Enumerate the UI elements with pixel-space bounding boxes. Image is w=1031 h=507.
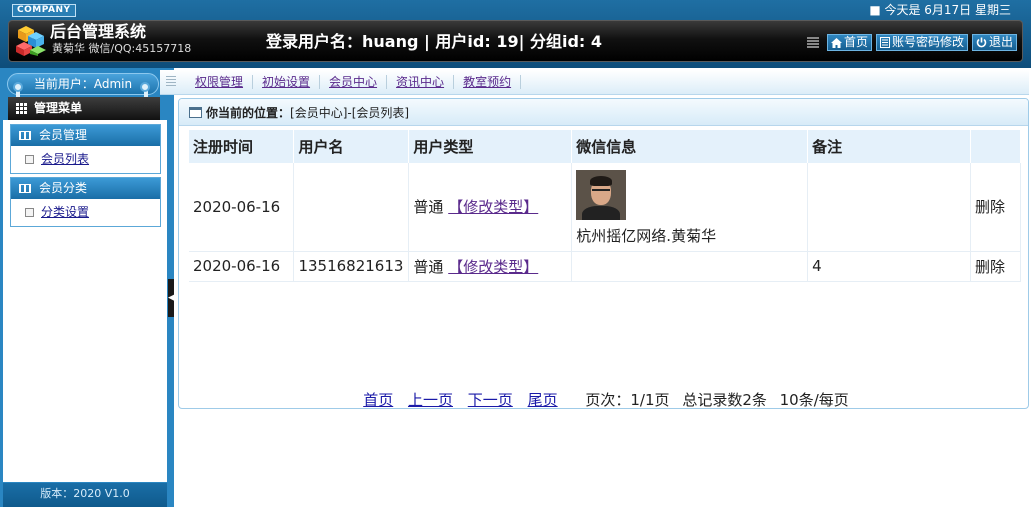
edit-type-link[interactable]: 【修改类型】 — [448, 198, 538, 216]
tab-member-center[interactable]: 会员中心 — [320, 75, 388, 89]
pagination: 首页 上一页 下一页 尾页 页次：1/1页 总记录数2条 10条/每页 — [179, 389, 1028, 409]
home-button[interactable]: 首页 — [826, 34, 872, 51]
page-icon — [25, 208, 34, 217]
book-icon — [19, 184, 31, 193]
delete-link[interactable]: 删除 — [970, 251, 1022, 282]
note: 4 — [807, 251, 971, 282]
menu-header-label: 管理菜单 — [34, 101, 83, 115]
logout-button[interactable]: 退出 — [971, 34, 1017, 51]
power-icon — [976, 37, 987, 48]
member-table: 注册时间 用户名 用户类型 微信信息 备注 2020-06-16 普通 【修改类… — [189, 130, 1022, 282]
breadcrumb-path: [会员中心]-[会员列表] — [290, 105, 410, 120]
sidebar-item-label[interactable]: 会员列表 — [41, 152, 89, 166]
top-nav-tabs: 权限管理 初始设置 会员中心 资讯中心 教室预约 — [160, 70, 1029, 95]
grid-icon — [16, 103, 28, 114]
username: 13516821613 — [293, 251, 410, 282]
logout-label: 退出 — [988, 35, 1013, 49]
version-label: 版本：2020 V1.0 — [3, 483, 167, 507]
date-display: ■ 今天是 6月17日 星期三 — [869, 3, 1011, 17]
table-row: 2020-06-16 普通 【修改类型】 杭州摇亿网络.黄菊华 删除 — [189, 163, 1022, 252]
nav-group-title: 会员分类 — [39, 181, 88, 195]
total-records: 总记录数2条 — [682, 391, 767, 409]
sidebar-item-label[interactable]: 分类设置 — [41, 205, 89, 219]
tab-permissions[interactable]: 权限管理 — [186, 75, 254, 89]
per-page: 10条/每页 — [779, 391, 849, 409]
tab-news-center[interactable]: 资讯中心 — [387, 75, 455, 89]
nav-group-header[interactable]: 会员分类 — [11, 178, 160, 199]
header-actions: 首页 账号密码修改 退出 — [806, 34, 1017, 51]
register-date: 2020-06-16 — [189, 251, 295, 282]
sidebar-nav-area — [3, 120, 167, 482]
user-type-cell: 普通 【修改类型】 — [408, 251, 573, 282]
avatar — [576, 170, 627, 221]
window-icon — [189, 106, 202, 118]
table-header-row: 注册时间 用户名 用户类型 微信信息 备注 — [189, 130, 1022, 163]
column-header: 备注 — [807, 130, 971, 163]
book-icon — [19, 131, 31, 140]
table-row: 2020-06-16 13516821613 普通 【修改类型】 4 删除 — [189, 251, 1022, 282]
nav-group-member-category: 会员分类 分类设置 — [10, 177, 161, 227]
delete-link[interactable]: 删除 — [970, 163, 1022, 252]
company-logo: COMPANY — [12, 4, 76, 17]
user-type: 普通 — [413, 198, 444, 217]
pin-decoration — [140, 82, 150, 92]
system-subtitle: 黄菊华 微信/QQ:45157718 — [52, 42, 192, 55]
home-button-label: 首页 — [843, 35, 868, 49]
member-list-panel: 你当前的位置： [会员中心]-[会员列表] 注册时间 用户名 用户类型 微信信息… — [178, 98, 1029, 409]
tab-initial-settings[interactable]: 初始设置 — [253, 75, 321, 89]
nav-group-title: 会员管理 — [39, 128, 88, 142]
sidebar-item-category-settings[interactable]: 分类设置 — [11, 199, 160, 226]
column-header — [970, 130, 1022, 163]
current-user-badge: 当前用户：Admin — [7, 73, 159, 95]
column-header: 用户名 — [293, 130, 410, 163]
column-header: 注册时间 — [189, 130, 295, 163]
wechat-info-cell: 杭州摇亿网络.黄菊华 — [571, 163, 809, 252]
tab-classroom-booking[interactable]: 教室预约 — [454, 75, 522, 89]
wechat-info-cell — [571, 251, 809, 282]
cubes-logo-icon — [16, 26, 46, 56]
grip-icon — [806, 36, 819, 49]
document-icon — [879, 37, 890, 48]
nav-group-member-management: 会员管理 会员列表 — [10, 124, 161, 174]
prev-page-link[interactable]: 上一页 — [408, 391, 453, 408]
register-date: 2020-06-16 — [189, 163, 295, 252]
nav-group-header[interactable]: 会员管理 — [11, 125, 160, 146]
column-header: 微信信息 — [571, 130, 809, 163]
menu-header: 管理菜单 — [8, 97, 160, 120]
breadcrumb: 你当前的位置： [会员中心]-[会员列表] — [179, 99, 1028, 126]
first-page-link[interactable]: 首页 — [363, 391, 393, 408]
change-password-label: 账号密码修改 — [891, 35, 964, 49]
last-page-link[interactable]: 尾页 — [528, 391, 558, 408]
username — [293, 163, 410, 252]
lines-icon — [166, 76, 176, 88]
next-page-link[interactable]: 下一页 — [468, 391, 513, 408]
user-type: 普通 — [413, 257, 444, 276]
page-info: 页次：1/1页 — [585, 391, 670, 409]
column-header: 用户类型 — [408, 130, 573, 163]
note — [807, 163, 971, 252]
login-info: 登录用户名：huang | 用户id: 19| 分组id: 4 — [266, 32, 603, 51]
user-type-cell: 普通 【修改类型】 — [408, 163, 573, 252]
page-icon — [25, 155, 34, 164]
change-password-button[interactable]: 账号密码修改 — [875, 34, 968, 51]
sidebar-item-member-list[interactable]: 会员列表 — [11, 146, 160, 173]
home-icon — [830, 37, 842, 48]
system-title: 后台管理系统 — [50, 22, 147, 41]
breadcrumb-label: 你当前的位置： — [206, 105, 291, 120]
edit-type-link[interactable]: 【修改类型】 — [448, 258, 538, 276]
pin-decoration — [13, 82, 23, 92]
wechat-name: 杭州摇亿网络.黄菊华 — [576, 227, 717, 246]
